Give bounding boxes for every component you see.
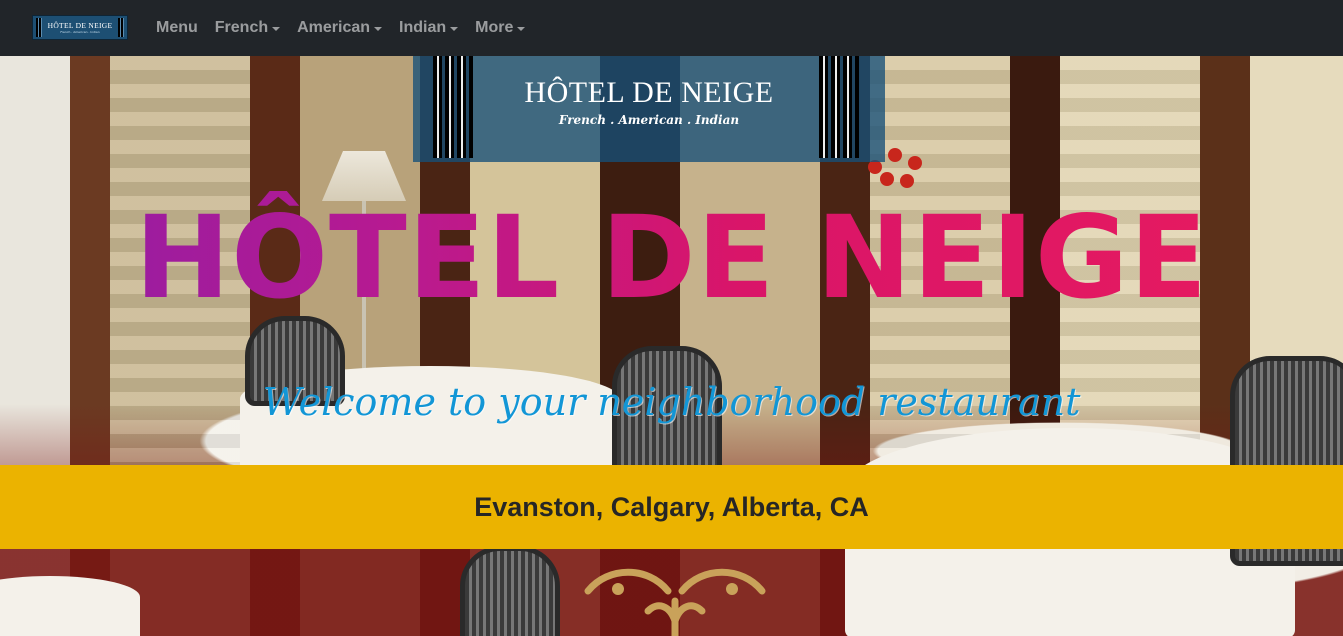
nav-item-french[interactable]: French bbox=[214, 19, 281, 37]
nav-item-indian[interactable]: Indian bbox=[399, 19, 459, 37]
hero-heading: HÔTEL DE NEIGE bbox=[0, 183, 1343, 333]
dining-chair bbox=[460, 546, 560, 636]
nav-item-label: Menu bbox=[156, 19, 198, 36]
location-banner: Evanston, Calgary, Alberta, CA bbox=[0, 465, 1343, 549]
nav-item-more[interactable]: More bbox=[475, 19, 526, 37]
caret-down-icon bbox=[517, 27, 526, 31]
top-navbar: HÔTEL DE NEIGE French . American . India… bbox=[0, 0, 1343, 56]
hero-logo-panel: HÔTEL DE NEIGE French . American . India… bbox=[413, 56, 885, 162]
caret-down-icon bbox=[272, 27, 281, 31]
nav-item-label: More bbox=[475, 19, 514, 36]
hero-logo-title: HÔTEL DE NEIGE bbox=[524, 76, 774, 109]
nav-item-american[interactable]: American bbox=[297, 19, 383, 37]
hero-logo-subtitle: French . American . Indian bbox=[558, 113, 740, 127]
dining-table bbox=[0, 576, 140, 636]
brand-logo[interactable]: HÔTEL DE NEIGE French . American . India… bbox=[32, 15, 128, 40]
nav-item-label: Indian bbox=[399, 19, 447, 36]
brand-title: HÔTEL DE NEIGE bbox=[47, 20, 113, 30]
caret-down-icon bbox=[450, 27, 459, 31]
ornament-icon bbox=[584, 568, 766, 636]
location-text: Evanston, Calgary, Alberta, CA bbox=[474, 491, 869, 522]
hero-tagline: Welcome to your neighborhood restaurant bbox=[262, 380, 1081, 424]
nav-menu: Menu French American Indian More bbox=[156, 0, 542, 56]
nav-item-menu[interactable]: Menu bbox=[156, 19, 198, 37]
nav-item-label: French bbox=[214, 19, 269, 36]
hero-background: HÔTEL DE NEIGE French . American . India… bbox=[0, 56, 1343, 636]
nav-item-label: American bbox=[297, 19, 371, 36]
brand-subtitle: French . American . Indian bbox=[60, 29, 100, 34]
caret-down-icon bbox=[374, 27, 383, 31]
